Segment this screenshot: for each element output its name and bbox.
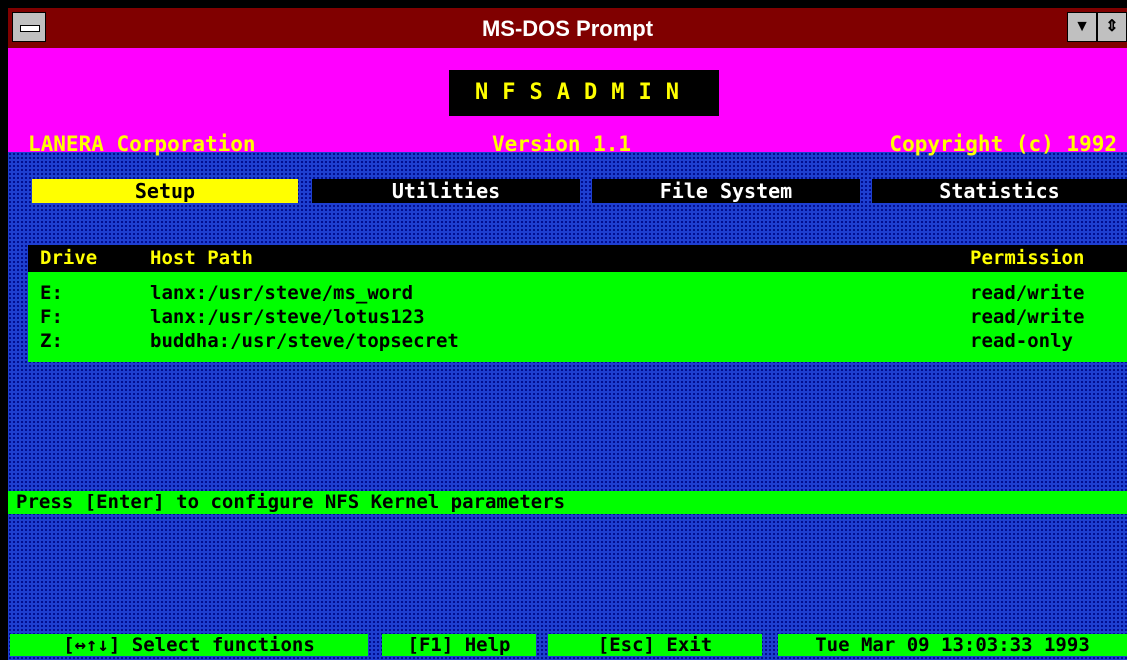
table-row[interactable]: F: lanx:/usr/steve/lotus123 read/write — [28, 306, 1127, 328]
dos-screen: NFSADMIN LANERA Corporation Version 1.1 … — [8, 48, 1127, 660]
drive-letter: F: — [40, 306, 63, 328]
minimize-icon[interactable]: ▼ — [1067, 12, 1097, 42]
table-row[interactable]: Z: buddha:/usr/steve/topsecret read-only — [28, 330, 1127, 352]
status-message: Press [Enter] to configure NFS Kernel pa… — [8, 491, 1127, 514]
host-path: buddha:/usr/steve/topsecret — [150, 330, 459, 352]
copyright-label: Copyright (c) 1992 — [889, 132, 1117, 156]
footer-select-functions: [↔↑↓] Select functions — [10, 634, 368, 656]
drive-letter: Z: — [40, 330, 63, 352]
menu-file-system[interactable]: File System — [592, 179, 860, 203]
version-label: Version 1.1 — [492, 132, 632, 156]
app-name: NFSADMIN — [449, 70, 719, 116]
drive-letter: E: — [40, 282, 63, 304]
dos-window: MS-DOS Prompt ▼ ⇕ NFSADMIN LANERA Corpor… — [0, 0, 1127, 660]
permission: read/write — [970, 282, 1085, 304]
menu-statistics[interactable]: Statistics — [872, 179, 1127, 203]
footer-exit[interactable]: [Esc] Exit — [548, 634, 762, 656]
host-path: lanx:/usr/steve/ms_word — [150, 282, 414, 304]
title-bar[interactable]: MS-DOS Prompt ▼ ⇕ — [8, 8, 1127, 48]
restore-icon[interactable]: ⇕ — [1097, 12, 1127, 42]
col-header-host-path: Host Path — [150, 247, 253, 269]
table-header: Drive Host Path Permission — [28, 245, 1127, 272]
permission: read-only — [970, 330, 1073, 352]
permission: read/write — [970, 306, 1085, 328]
footer-datetime: Tue Mar 09 13:03:33 1993 — [778, 634, 1127, 656]
host-path: lanx:/usr/steve/lotus123 — [150, 306, 425, 328]
footer-help[interactable]: [F1] Help — [382, 634, 536, 656]
menu-utilities[interactable]: Utilities — [312, 179, 580, 203]
app-header: NFSADMIN LANERA Corporation Version 1.1 … — [8, 48, 1127, 156]
col-header-permission: Permission — [970, 247, 1085, 269]
window-title: MS-DOS Prompt — [481, 16, 654, 41]
col-header-drive: Drive — [40, 247, 98, 269]
menu-setup[interactable]: Setup — [32, 179, 298, 203]
table-row[interactable]: E: lanx:/usr/steve/ms_word read/write — [28, 282, 1127, 304]
company-name: LANERA Corporation — [28, 132, 256, 156]
drive-table: E: lanx:/usr/steve/ms_word read/write F:… — [28, 272, 1127, 362]
